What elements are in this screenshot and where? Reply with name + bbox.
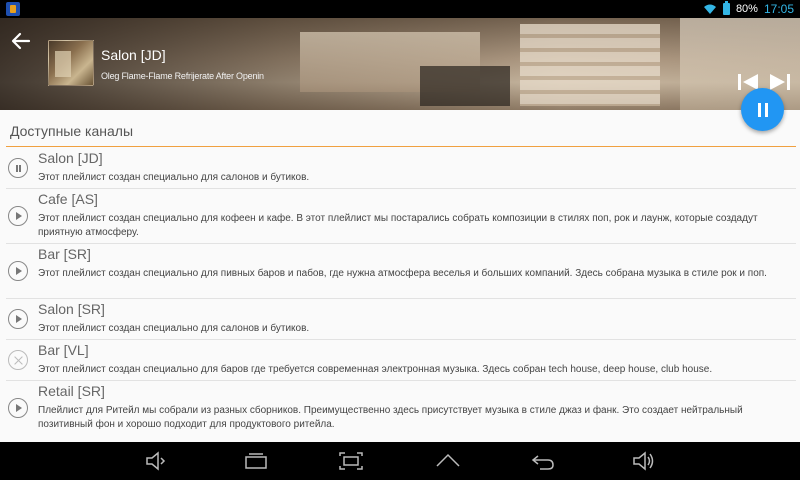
home-icon	[436, 453, 460, 467]
screenshot-icon	[339, 452, 363, 470]
pause-icon	[756, 102, 770, 117]
battery-percent: 80%	[735, 3, 758, 15]
back-button[interactable]	[8, 28, 34, 54]
pause-button[interactable]	[741, 88, 784, 131]
channel-name: Retail [SR]	[38, 383, 105, 399]
channel-description: Этот плейлист создан специально для баро…	[38, 364, 713, 375]
header-bg-shape	[680, 18, 800, 110]
home-button[interactable]	[435, 450, 461, 472]
now-playing-header: Salon [JD] Oleg Flame-Flame Refrijerate …	[0, 18, 800, 110]
battery-icon	[722, 1, 730, 15]
header-bg-shape	[420, 66, 510, 106]
recent-apps-icon	[245, 453, 267, 469]
volume-up-button[interactable]	[630, 450, 656, 472]
list-item[interactable]: Salon [JD] Этот плейлист создан специаль…	[6, 148, 796, 189]
channel-name: Bar [VL]	[38, 342, 89, 358]
back-icon	[531, 455, 554, 470]
section-title: Доступные каналы	[10, 123, 134, 139]
channel-name: Bar [SR]	[38, 246, 91, 262]
recent-apps-button[interactable]	[243, 450, 269, 472]
status-bar: 80% 17:05	[0, 0, 800, 18]
clock: 17:05	[763, 2, 794, 16]
volume-down-button[interactable]	[143, 450, 169, 472]
back-nav-button[interactable]	[530, 450, 556, 472]
list-item[interactable]: Salon [SR] Этот плейлист создан специаль…	[6, 299, 796, 340]
header-bg-shape	[520, 24, 660, 106]
arrow-left-icon	[11, 32, 31, 50]
channel-description: Плейлист для Ритейл мы собрали из разных…	[38, 405, 743, 430]
play-circle-icon[interactable]	[8, 261, 28, 281]
channel-name: Salon [JD]	[38, 150, 103, 166]
list-item[interactable]: Cafe [AS] Этот плейлист создан специальн…	[6, 189, 796, 244]
play-circle-icon[interactable]	[8, 309, 28, 329]
unavailable-circle-icon	[8, 350, 28, 370]
channel-description: Этот плейлист создан специально для пивн…	[38, 268, 767, 279]
channel-description: Этот плейлист создан специально для кофе…	[38, 213, 758, 238]
channel-name: Salon [SR]	[38, 301, 105, 317]
screenshot-button[interactable]	[338, 450, 364, 472]
section-divider	[6, 146, 796, 147]
wifi-icon	[703, 4, 716, 14]
play-circle-icon[interactable]	[8, 398, 28, 418]
navigation-bar	[0, 442, 800, 480]
channel-description: Этот плейлист создан специально для сало…	[38, 323, 310, 334]
list-item[interactable]: Bar [VL] Этот плейлист создан специально…	[6, 340, 796, 381]
volume-down-icon	[146, 451, 166, 471]
list-item[interactable]: Retail [SR] Плейлист для Ритейл мы собра…	[6, 381, 796, 437]
list-item[interactable]: Bar [SR] Этот плейлист создан специально…	[6, 244, 796, 299]
play-circle-icon[interactable]	[8, 206, 28, 226]
volume-up-icon	[633, 451, 654, 471]
channel-description: Этот плейлист создан специально для сало…	[38, 172, 310, 183]
pause-circle-icon[interactable]	[8, 158, 28, 178]
track-subtitle: Oleg Flame-Flame Refrijerate After Openi…	[101, 71, 264, 81]
album-art	[48, 40, 94, 86]
status-indicators: 80% 17:05	[703, 1, 794, 16]
app-notification-icon	[6, 2, 20, 16]
channel-name: Cafe [AS]	[38, 191, 98, 207]
track-title: Salon [JD]	[101, 47, 166, 63]
